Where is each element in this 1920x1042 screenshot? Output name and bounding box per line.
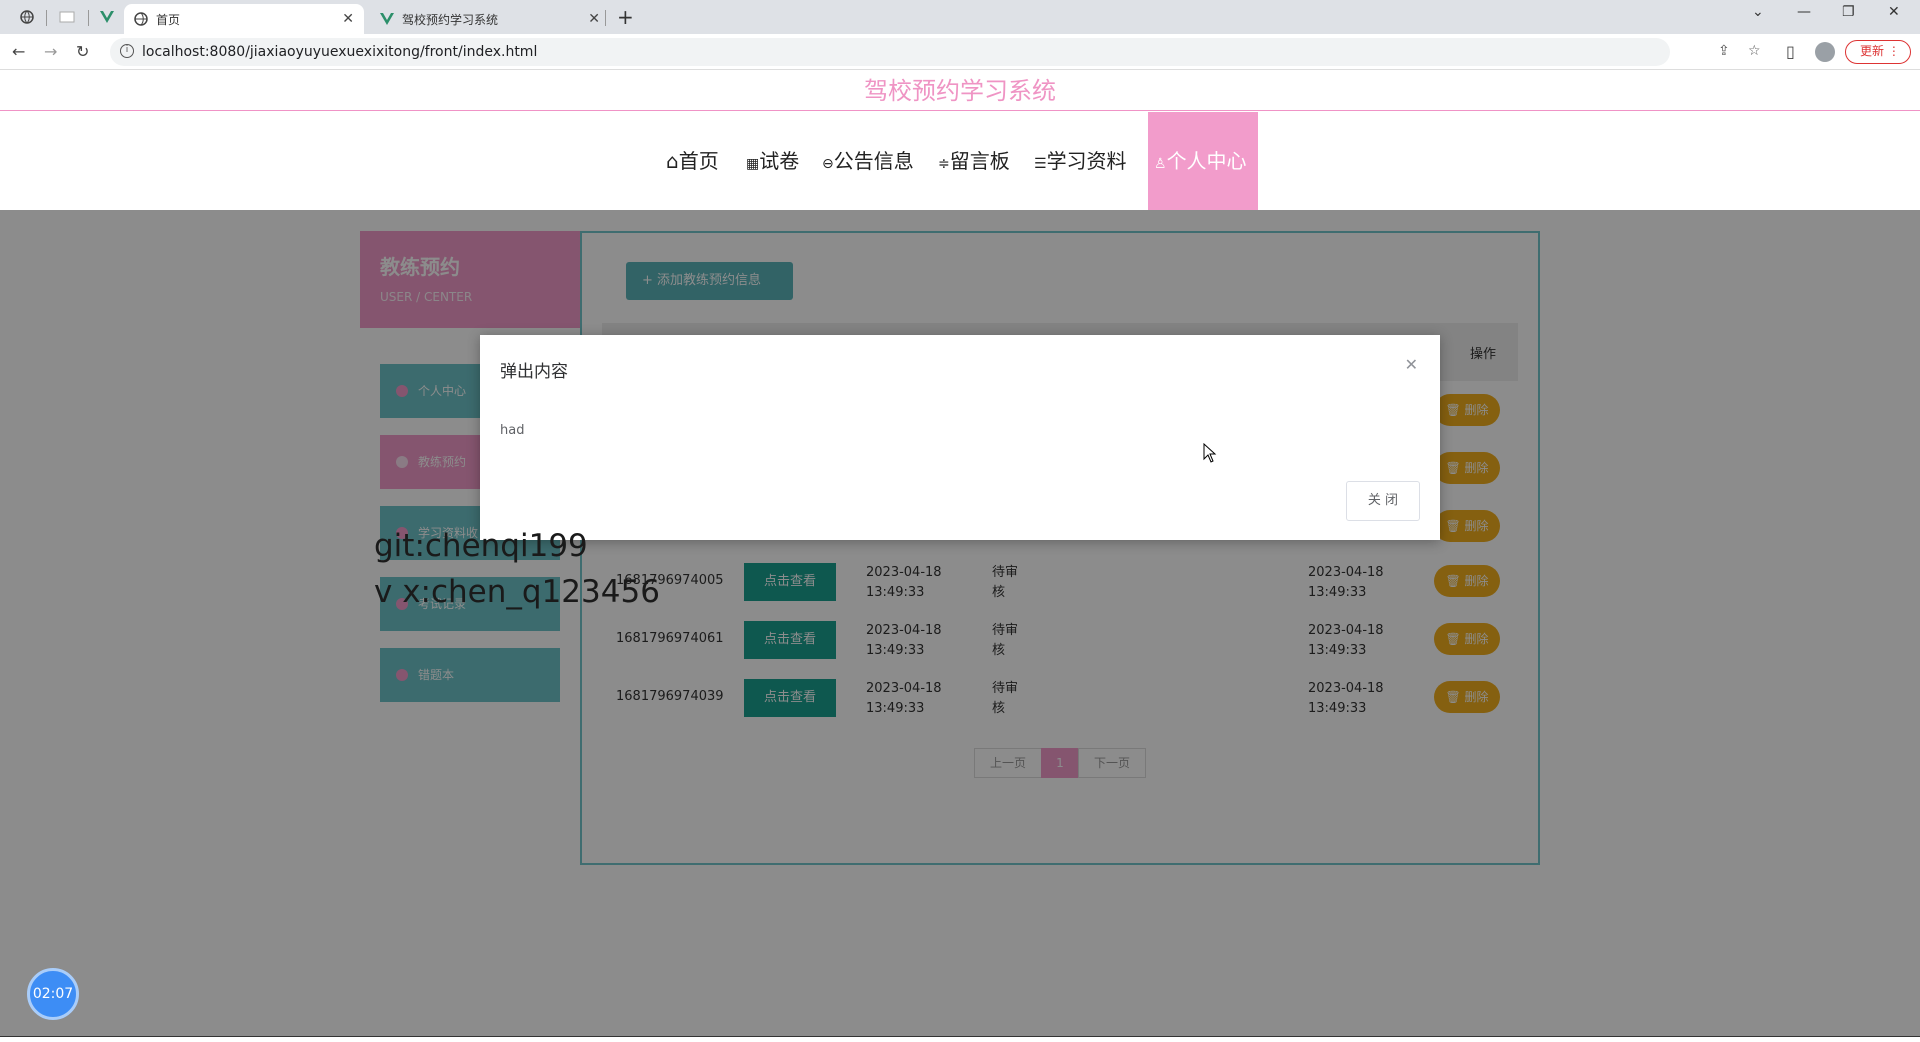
nav-label: 留言板 [949,149,1010,173]
nav-label: 学习资料 [1046,149,1127,173]
nav-item-materials[interactable]: ☰学习资料 [1034,112,1127,210]
close-icon[interactable]: ✕ [1405,355,1418,374]
tab-separator [88,10,89,26]
notice-icon: ⊖ [822,156,834,172]
tab-search-icon[interactable]: ⌄ [1752,4,1764,20]
restore-icon[interactable]: ❐ [1842,4,1855,20]
tab-system[interactable]: 驾校预约学习系统 ✕ [370,4,610,34]
globe-icon[interactable] [12,6,42,28]
nav-label: 首页 [678,149,719,173]
close-icon[interactable]: ✕ [342,11,354,27]
bookmark-star-icon[interactable]: ☆ [1748,43,1761,59]
close-icon[interactable]: ✕ [588,11,600,27]
tab-label: 驾校预约学习系统 [402,12,499,27]
new-tab-icon[interactable]: + [617,5,634,29]
url-text[interactable]: localhost:8080/jiaxiaoyuyuexuexixitong/f… [142,44,537,60]
address-bar-area: ← → ↻ i localhost:8080/jiaxiaoyuyuexuexi… [0,34,1920,70]
sidepanel-icon[interactable]: ▯ [1786,42,1795,61]
home-icon: ⌂ [666,149,679,173]
vue-icon [380,13,394,25]
update-label: 更新 [1860,44,1885,58]
message-icon: ≑ [938,156,950,172]
tab-label: 首页 [156,12,181,27]
globe-icon [134,12,148,26]
browser-tab-bar: 首页 ✕ 驾校预约学习系统 ✕ + ⌄ — ❐ ✕ [0,0,1920,34]
exam-icon: ▦ [746,156,760,172]
blank-tab-icon[interactable] [52,6,82,28]
vue-icon[interactable] [92,6,122,28]
mouse-cursor-icon [1203,443,1217,463]
main-nav: ⌂首页 ▦试卷 ⊖公告信息 ≑留言板 ☰学习资料 ♙个人中心 [0,112,1920,210]
watermark-line: git:chenqi199 [374,528,588,564]
nav-item-user-center[interactable]: ♙个人中心 [1148,112,1258,210]
share-icon[interactable]: ⇪ [1718,43,1730,59]
nav-label: 公告信息 [833,149,914,173]
tab-separator [605,10,606,26]
popup-dialog: 弹出内容 ✕ had 关 闭 [480,335,1440,540]
user-icon: ♙ [1154,156,1167,172]
reload-icon[interactable]: ↻ [76,42,89,61]
forward-icon[interactable]: → [44,42,57,61]
nav-item-exam[interactable]: ▦试卷 [746,112,799,210]
omnibox[interactable]: i localhost:8080/jiaxiaoyuyuexuexixitong… [110,38,1761,66]
nav-label: 试卷 [759,149,800,173]
close-window-icon[interactable]: ✕ [1888,4,1900,20]
nav-item-home[interactable]: ⌂首页 [666,112,719,210]
back-icon[interactable]: ← [12,42,25,61]
book-icon: ☰ [1034,156,1047,172]
watermark-line: v x:chen_q123456 [374,574,660,610]
site-header: 驾校预约学习系统 [0,71,1920,111]
site-info-icon[interactable]: i [120,44,134,58]
nav-item-notice[interactable]: ⊖公告信息 [822,112,914,210]
update-button[interactable]: 更新 ⋮ [1845,40,1911,64]
tab-separator [46,10,47,26]
nav-item-message[interactable]: ≑留言板 [938,112,1010,210]
recording-timer[interactable]: 02:07 [27,968,79,1020]
profile-avatar[interactable] [1815,42,1835,62]
close-button[interactable]: 关 闭 [1346,481,1420,521]
dialog-title: 弹出内容 [500,362,568,382]
nav-label: 个人中心 [1166,149,1247,173]
minimize-icon[interactable]: — [1797,4,1811,20]
tab-home[interactable]: 首页 ✕ [124,4,364,34]
dialog-content: had [500,423,525,438]
bottom-border [0,1036,1920,1042]
site-title: 驾校预约学习系统 [864,77,1056,105]
